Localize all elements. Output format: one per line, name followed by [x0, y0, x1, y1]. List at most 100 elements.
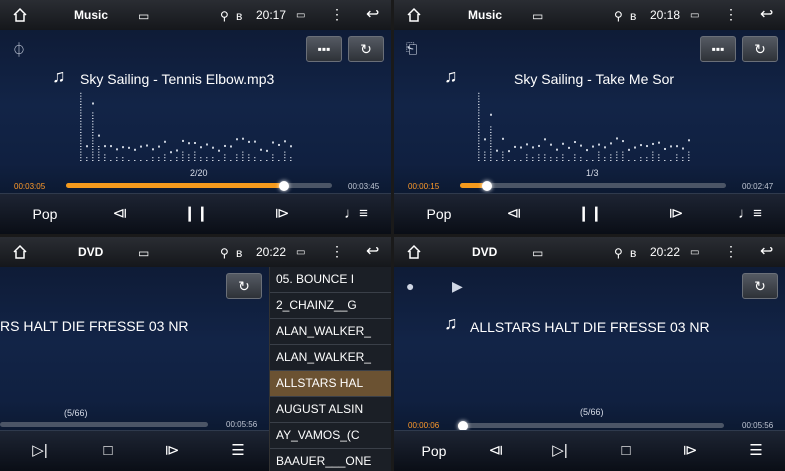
playlist-icon[interactable]: ☰: [736, 431, 776, 471]
spectrum-dot: [284, 151, 286, 153]
more-vertical-icon[interactable]: ⋮: [330, 6, 344, 23]
progress-track[interactable]: [458, 423, 724, 428]
next-track-icon[interactable]: ⧐: [262, 194, 302, 234]
spectrum-dot: [80, 132, 82, 133]
playlist-item[interactable]: 2_CHAINZ__G: [270, 293, 391, 319]
previous-track-icon[interactable]: ⧏: [476, 431, 516, 471]
spectrum-dot: [532, 157, 534, 159]
home-icon[interactable]: [12, 7, 28, 23]
playlist-item[interactable]: ALAN_WALKER_: [270, 319, 391, 345]
status-bar: Music ▭ ⚲ ʙ 20:17 ▭ ⋮ ↩: [0, 0, 391, 30]
spectrum-dot: [478, 126, 480, 128]
spectrum-peak: [266, 149, 268, 152]
gallery-icon: ▭: [138, 246, 150, 260]
back-arrow-icon[interactable]: ↩: [366, 241, 379, 261]
spectrum-peak: [562, 142, 564, 145]
spectrum-dot: [562, 154, 564, 156]
skip-to-end-icon[interactable]: ▷|: [540, 431, 580, 471]
playlist-icon[interactable]: ♩≡: [730, 194, 770, 234]
stop-icon[interactable]: □: [606, 431, 646, 471]
app-title: DVD: [472, 245, 498, 259]
repeat-button[interactable]: ↻: [226, 273, 262, 299]
spectrum-peak: [176, 149, 178, 152]
progress-track[interactable]: [460, 183, 726, 188]
previous-track-icon[interactable]: ⧏: [494, 194, 534, 234]
spectrum-dot: [478, 157, 480, 159]
dvd-player-panel-2: DVD ▭ ⚲ ʙ 20:22 ▭ ⋮ ↩ ● ▶ ↻ ♫ ALLSTARS H…: [394, 237, 785, 471]
spectrum-dot: [80, 146, 82, 147]
spectrum-dot: [586, 160, 588, 161]
spectrum-dot: [98, 151, 100, 153]
spectrum-dot: [676, 160, 678, 161]
next-track-icon[interactable]: ⧐: [670, 431, 710, 471]
pause-icon[interactable]: ❙❙: [176, 194, 216, 234]
back-arrow-icon[interactable]: ↩: [760, 241, 773, 261]
eq-preset-button[interactable]: Pop: [20, 194, 70, 234]
spectrum-dot: [490, 154, 492, 156]
control-bar: ▷| □ ⧐ ☰: [0, 430, 269, 471]
equalizer-button[interactable]: ▪▪▪: [700, 36, 736, 62]
progress-knob[interactable]: [481, 181, 492, 191]
spectrum-dot: [158, 157, 160, 159]
spectrum-dot: [188, 154, 190, 156]
dvd-player-panel-1: DVD ▭ ⚲ ʙ 20:22 ▭ ⋮ ↩ ↻ RS HALT DIE FRES…: [0, 237, 391, 471]
eq-preset-button[interactable]: Pop: [414, 431, 454, 471]
repeat-button[interactable]: ↻: [348, 36, 384, 62]
progress-track[interactable]: [0, 422, 208, 427]
playlist-icon[interactable]: ♩≡: [336, 194, 376, 234]
spectrum-dot: [490, 140, 492, 142]
spectrum-dot: [634, 160, 636, 161]
progress-knob[interactable]: [279, 181, 290, 191]
spectrum-dot: [490, 157, 492, 159]
home-icon[interactable]: [406, 244, 422, 260]
playlist-item-selected[interactable]: ALLSTARS HAL: [270, 371, 391, 397]
pause-icon[interactable]: ❙❙: [570, 194, 610, 234]
back-arrow-icon[interactable]: ↩: [366, 4, 379, 24]
skip-to-end-icon[interactable]: ▷|: [20, 431, 60, 471]
spectrum-dot: [502, 154, 504, 156]
equalizer-button[interactable]: ▪▪▪: [306, 36, 342, 62]
playlist-icon[interactable]: ☰: [218, 431, 258, 471]
back-arrow-icon[interactable]: ↩: [760, 4, 773, 24]
playlist-item[interactable]: BAAUER___ONE: [270, 449, 391, 471]
spectrum-peak: [110, 145, 112, 148]
spectrum-dot: [484, 160, 486, 161]
spectrum-dot: [182, 154, 184, 156]
playlist-item[interactable]: 05. BOUNCE I: [270, 267, 391, 293]
playlist-item[interactable]: ALAN_WALKER_: [270, 345, 391, 371]
spectrum-dot: [230, 160, 232, 161]
repeat-button[interactable]: ↻: [742, 36, 778, 62]
stop-icon[interactable]: □: [88, 431, 128, 471]
gallery-icon: ▭: [532, 246, 544, 260]
spectrum-dot: [92, 154, 94, 156]
home-icon[interactable]: [12, 244, 28, 260]
previous-track-icon[interactable]: ⧏: [100, 194, 140, 234]
playlist-item[interactable]: AUGUST ALSIN: [270, 397, 391, 423]
spectrum-dot: [98, 148, 100, 150]
spectrum-dot: [92, 140, 94, 142]
next-track-icon[interactable]: ⧐: [656, 194, 696, 234]
spectrum-peak: [514, 145, 516, 148]
spectrum-dot: [610, 160, 612, 161]
spectrum-dot: [98, 160, 100, 161]
more-vertical-icon[interactable]: ⋮: [724, 6, 738, 23]
more-vertical-icon[interactable]: ⋮: [724, 243, 738, 260]
eq-preset-button[interactable]: Pop: [414, 194, 464, 234]
home-icon[interactable]: [406, 7, 422, 23]
repeat-icon: ↻: [754, 278, 766, 294]
spectrum-dot: [484, 151, 486, 153]
spectrum-dot: [688, 154, 690, 156]
progress-track[interactable]: [66, 183, 332, 188]
playlist-item[interactable]: AY_VAMOS_(C: [270, 423, 391, 449]
next-track-icon[interactable]: ⧐: [152, 431, 192, 471]
play-icon[interactable]: ▶: [452, 278, 463, 295]
spectrum-dot: [110, 160, 112, 161]
repeat-button[interactable]: ↻: [742, 273, 778, 299]
spectrum-dot: [80, 112, 82, 114]
spectrum-dot: [502, 157, 504, 159]
clock-time: 20:22: [650, 245, 681, 259]
spectrum-peak: [640, 144, 642, 147]
more-vertical-icon[interactable]: ⋮: [330, 243, 344, 260]
current-time: 00:00:15: [408, 182, 440, 191]
spectrum-dot: [478, 148, 480, 150]
